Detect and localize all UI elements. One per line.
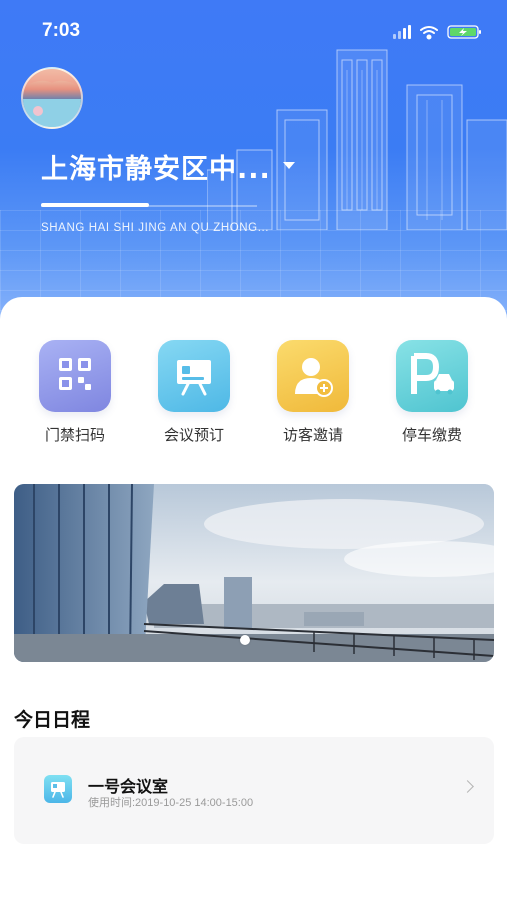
status-time: 7:03 (42, 20, 81, 41)
city-skyline-illustration (207, 49, 507, 230)
avatar[interactable] (21, 67, 83, 129)
parking-icon (396, 340, 468, 412)
status-bar: 7:03 (0, 0, 507, 60)
presentation-board-icon (158, 340, 230, 412)
qr-code-icon (39, 340, 111, 412)
add-user-icon (277, 340, 349, 412)
schedule-card[interactable]: 一号会议室 使用时间:2019-10-25 14:00-15:00 (14, 737, 494, 844)
status-indicators (393, 25, 481, 40)
main-card: 门禁扫码 会议预订 访客邀请 停车缴费 今日日程 一号会议室 使用时间:2019… (0, 297, 507, 900)
quick-action-label: 门禁扫码 (44, 426, 105, 444)
wifi-icon (420, 26, 438, 40)
avatar-image (23, 69, 81, 127)
header-hero: 7:03 上海市静安区中... SHANG HAI SHI JING AN QU… (0, 0, 507, 330)
quick-action-label: 访客邀请 (282, 426, 343, 444)
battery-charging-icon (447, 25, 481, 39)
schedule-item-time: 使用时间:2019-10-25 14:00-15:00 (88, 797, 254, 809)
quick-action-label: 会议预订 (163, 426, 224, 444)
carousel-indicator-dot[interactable] (240, 635, 250, 645)
quick-action-parking-payment[interactable]: 停车缴费 (382, 340, 482, 445)
schedule-section-title: 今日日程 (14, 709, 91, 731)
banner-carousel[interactable] (14, 484, 494, 662)
banner-image (14, 484, 494, 662)
title-underline (41, 203, 149, 207)
meeting-room-icon (44, 775, 72, 803)
quick-action-door-scan[interactable]: 门禁扫码 (25, 340, 125, 445)
signal-icon (393, 25, 411, 39)
quick-action-label: 停车缴费 (401, 426, 462, 444)
location-subtitle: SHANG HAI SHI JING AN QU ZHONG... (41, 222, 270, 234)
location-title[interactable]: 上海市静安区中... (41, 147, 271, 186)
caret-down-icon[interactable] (283, 162, 295, 169)
quick-action-visitor-invite[interactable]: 访客邀请 (263, 340, 363, 445)
quick-action-meeting-booking[interactable]: 会议预订 (144, 340, 244, 445)
chevron-right-icon[interactable] (461, 780, 474, 793)
